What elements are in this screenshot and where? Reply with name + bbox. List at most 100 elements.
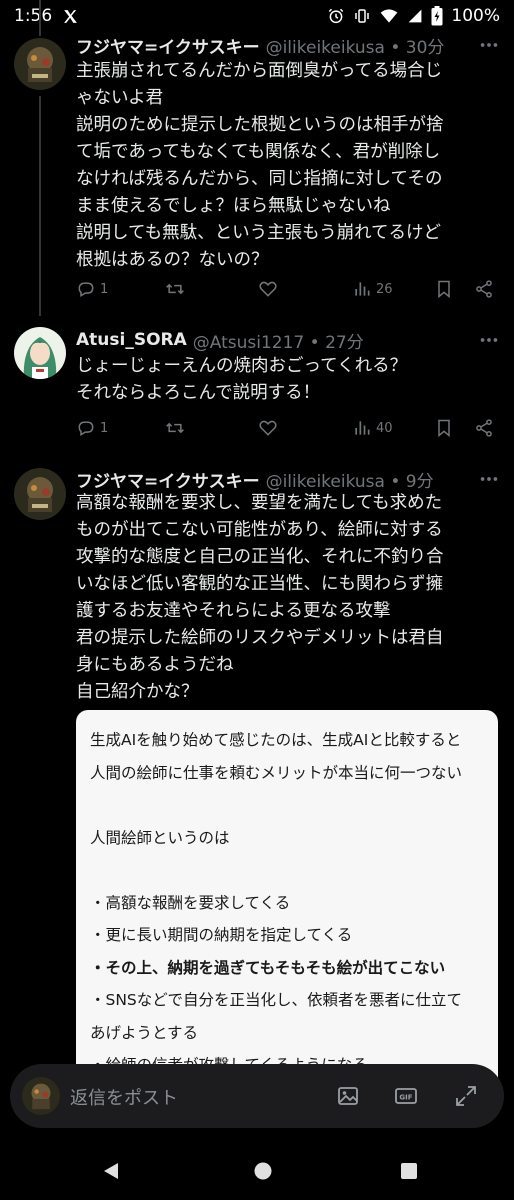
tweet[interactable]: フジヤマ=イクサスキー @ilikeikeikusa • 30分 主張崩されてる…	[0, 36, 514, 316]
tweet-actions: 1 40	[70, 413, 500, 443]
tweet-text: 主張崩されてるんだから面倒臭がってる場合じ ゃないよ君 説明のために提示した根拠…	[76, 58, 500, 274]
image-text-line	[90, 789, 498, 822]
tweet-line: 護するお友達やそれらによる更なる攻撃	[76, 601, 391, 621]
alarm-icon	[327, 7, 345, 25]
avatar[interactable]	[14, 468, 66, 520]
views-button[interactable]: 26	[352, 279, 393, 299]
home-icon[interactable]	[252, 1160, 274, 1182]
reply-button[interactable]: 1	[76, 418, 108, 438]
share-button[interactable]	[474, 279, 494, 299]
attached-image[interactable]: 生成AIを触り始めて感じたのは、生成AIと比較すると 人間の絵師に仕事を頼むメリ…	[76, 710, 498, 1090]
tweet-actions: 1 26	[70, 274, 500, 304]
tweet-line: 身にもあるようだね	[76, 655, 234, 675]
image-icon[interactable]	[336, 1084, 360, 1108]
author-handle-time: @ilikeikeikusa • 9分	[265, 471, 434, 492]
reply-button[interactable]: 1	[76, 279, 108, 299]
heart-icon	[258, 279, 278, 299]
share-icon	[474, 418, 494, 438]
expand-icon[interactable]	[454, 1084, 478, 1108]
author-name[interactable]: フジヤマ=イクサスキー	[76, 33, 260, 58]
views-count: 26	[376, 281, 393, 297]
image-text-line	[90, 854, 498, 887]
tweet-line: それならよろこんで説明する！	[76, 383, 321, 403]
reply-icon	[76, 279, 96, 299]
image-text-line-bold: ・その上、納期を過ぎてもそもそも絵が出てこない	[90, 958, 446, 977]
vibrate-icon	[353, 7, 371, 25]
avatar	[22, 1077, 60, 1115]
battery-icon	[431, 6, 443, 26]
bookmark-icon	[434, 418, 454, 438]
tweet-header: フジヤマ=イクサスキー @ilikeikeikusa • 9分	[76, 466, 500, 492]
x-logo-icon	[62, 8, 79, 25]
reply-input[interactable]: 返信をポスト	[70, 1084, 178, 1110]
reply-count: 1	[100, 281, 109, 297]
more-options-icon[interactable]	[478, 34, 500, 56]
tweet-line: 攻撃的な態度と自己の正当化、それに不釣り合	[76, 547, 444, 567]
tweet-line: じょーじょーえんの焼肉おごってくれる？	[76, 356, 408, 376]
image-text-line: あげようとする	[90, 1023, 199, 1042]
tweet-header: フジヤマ=イクサスキー @ilikeikeikusa • 30分	[76, 32, 500, 58]
reply-icon	[76, 418, 96, 438]
retweet-button[interactable]	[164, 418, 186, 438]
reply-composer[interactable]: 返信をポスト GIF	[10, 1064, 504, 1128]
share-button[interactable]	[474, 418, 494, 438]
bookmark-button[interactable]	[434, 418, 454, 438]
like-button[interactable]	[258, 279, 278, 299]
views-icon	[352, 279, 372, 299]
like-button[interactable]	[258, 418, 278, 438]
thread-line	[39, 96, 41, 316]
tweet-line: まま使えるでしょ？ほら無駄じゃないね	[76, 196, 391, 216]
wifi-icon	[379, 7, 399, 25]
image-text-line: ・高額な報酬を要求してくる	[90, 893, 291, 912]
avatar[interactable]	[14, 327, 66, 379]
retweet-button[interactable]	[164, 279, 186, 299]
image-text-line: 人間絵師というのは	[90, 828, 230, 847]
tweet-line: 君の提示した絵師のリスクやデメリットは君自	[76, 628, 444, 648]
more-options-icon[interactable]	[478, 329, 500, 351]
tweet-line: ゃないよ君	[76, 88, 164, 108]
views-button[interactable]: 40	[352, 418, 393, 438]
tweet-line: なければ残るんだから、同じ指摘に対してその	[76, 169, 443, 189]
recents-icon[interactable]	[398, 1160, 420, 1182]
gif-icon[interactable]: GIF	[394, 1084, 418, 1108]
views-count: 40	[376, 420, 393, 436]
views-icon	[352, 418, 372, 438]
tweet-header: Atusi_SORA @Atsusi1217 • 27分	[76, 327, 500, 353]
share-icon	[474, 279, 494, 299]
tweet-line: て垢であってもなくても関係なく、君が削除し	[76, 142, 441, 162]
tweet-line: 根拠はあるの？ないの？	[76, 250, 269, 270]
retweet-icon	[164, 418, 186, 438]
tweet-line: 高額な報酬を要求し、要望を満たしても求めた	[76, 493, 443, 513]
signal-icon	[407, 8, 423, 24]
tweet-line: ものが出てこない可能性があり、絵師に対する	[76, 520, 443, 540]
tweet-line: 自己紹介かな？	[76, 682, 199, 702]
battery-percent: 100%	[451, 6, 500, 26]
more-options-icon[interactable]	[478, 468, 500, 490]
retweet-icon	[164, 279, 186, 299]
image-text-line: 生成AIを触り始めて感じたのは、生成AIと比較すると	[90, 731, 462, 749]
image-text-line: ・更に長い期間の納期を指定してくる	[90, 926, 353, 944]
image-text-line: 人間の絵師に仕事を頼むメリットが本当に何一つない	[90, 763, 463, 782]
avatar[interactable]	[14, 38, 66, 90]
bookmark-icon	[434, 279, 454, 299]
tweet-line: いなほど低い客観的な正当性、にも関わらず擁	[76, 574, 444, 594]
reply-count: 1	[100, 420, 109, 436]
author-name[interactable]: フジヤマ=イクサスキー	[76, 467, 260, 492]
status-time: 1:56	[14, 6, 53, 26]
svg-text:GIF: GIF	[399, 1094, 412, 1102]
bookmark-button[interactable]	[434, 279, 454, 299]
thread-line	[39, 0, 41, 36]
image-text-line: ・SNSなどで自分を正当化し、依頼者を悪者に仕立て	[90, 991, 462, 1009]
tweet-text: じょーじょーえんの焼肉おごってくれる？ それならよろこんで説明する！	[76, 353, 500, 407]
author-handle-time: @Atsusi1217 • 27分	[192, 332, 364, 353]
tweet-text: 高額な報酬を要求し、要望を満たしても求めた ものが出てこない可能性があり、絵師に…	[76, 490, 500, 706]
heart-icon	[258, 418, 278, 438]
tweet[interactable]: Atusi_SORA @Atsusi1217 • 27分 じょーじょーえんの焼肉…	[0, 325, 514, 460]
system-navigation-bar	[0, 1140, 514, 1200]
tweet-line: 主張崩されてるんだから面倒臭がってる場合じ	[76, 61, 443, 81]
tweet-line: 説明しても無駄、という主張もう崩れてるけど	[76, 223, 442, 243]
author-handle-time: @ilikeikeikusa • 30分	[265, 37, 445, 58]
tweet-line: 説明のために提示した根拠というのは相手が捨	[76, 115, 444, 135]
back-icon[interactable]	[100, 1160, 122, 1182]
author-name[interactable]: Atusi_SORA	[76, 330, 187, 350]
